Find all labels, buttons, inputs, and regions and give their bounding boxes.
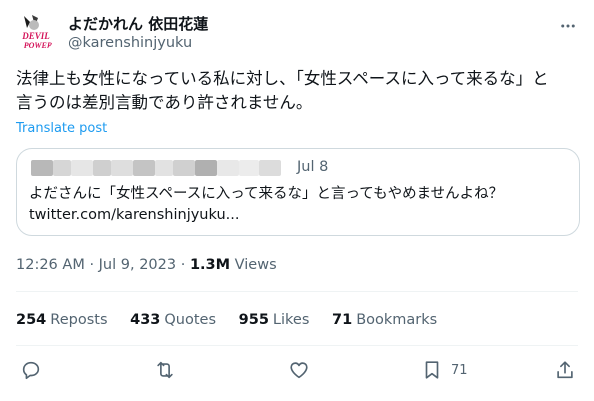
reply-button[interactable] bbox=[20, 358, 42, 382]
repost-button[interactable] bbox=[154, 358, 176, 382]
quotes-stat[interactable]: 433 Quotes bbox=[130, 312, 216, 328]
bookmarks-count: 71 bbox=[332, 312, 353, 328]
like-button[interactable] bbox=[288, 358, 310, 382]
tweet-text: 法律上も女性になっている私に対し、「女性スペースに入って来るな」と 言うのは差別… bbox=[16, 67, 582, 115]
more-icon bbox=[561, 24, 575, 28]
bookmark-count: 71 bbox=[451, 362, 468, 378]
likes-count: 955 bbox=[238, 312, 269, 328]
bookmarks-stat[interactable]: 71 Bookmarks bbox=[332, 312, 437, 328]
more-options-button[interactable] bbox=[558, 16, 578, 36]
reposts-stat[interactable]: 254 Reposts bbox=[16, 312, 108, 328]
engagement-stats: 254 Reposts 433 Quotes 955 Likes 71 Bookmark… bbox=[16, 312, 455, 328]
avatar-text-bottom: POWER bbox=[24, 41, 53, 50]
quoted-link[interactable]: twitter.com/karenshinjyuku... bbox=[29, 205, 569, 226]
meta-separator: · bbox=[89, 257, 95, 273]
user-handle[interactable]: @karenshinjyuku bbox=[68, 35, 192, 51]
action-bar: 71 bbox=[18, 358, 578, 382]
avatar-text-top: DEVIL bbox=[21, 31, 50, 41]
reply-icon bbox=[22, 361, 40, 380]
like-icon bbox=[290, 362, 308, 379]
tweet-meta: 12:26 AM · Jul 9, 2023 · 1.3M Views bbox=[16, 257, 277, 273]
tweet-text-line-1: 法律上も女性になっている私に対し、「女性スペースに入って来るな」と bbox=[16, 69, 549, 88]
share-button[interactable] bbox=[554, 358, 576, 382]
redacted-author bbox=[31, 160, 291, 176]
avatar[interactable]: DEVIL POWER bbox=[16, 12, 56, 52]
repost-icon bbox=[157, 361, 173, 379]
likes-stat[interactable]: 955 Likes bbox=[239, 312, 310, 328]
quotes-count: 433 bbox=[130, 312, 161, 328]
bookmark-button[interactable]: 71 bbox=[421, 358, 468, 382]
quoted-text-line-1: よださんに「女性スペースに入って来るな」と言ってもやめませんよね？ bbox=[29, 186, 504, 202]
quoted-tweet-date[interactable]: Jul 8 bbox=[297, 159, 328, 175]
bookmarks-label: Bookmarks bbox=[356, 312, 438, 328]
quotes-label: Quotes bbox=[164, 312, 217, 328]
share-icon bbox=[557, 361, 573, 379]
tweet-date[interactable]: Jul 9, 2023 bbox=[99, 257, 176, 273]
divider bbox=[16, 345, 578, 346]
views-count: 1.3M bbox=[189, 257, 231, 273]
views-label: Views bbox=[234, 257, 277, 273]
reposts-label: Reposts bbox=[50, 312, 108, 328]
translate-post-link[interactable]: Translate post bbox=[16, 121, 107, 136]
tweet-text-line-2: 言うのは差別言動であり許されません。 bbox=[16, 93, 313, 112]
quoted-tweet-card[interactable]: Jul 8 よださんに「女性スペースに入って来るな」と言ってもやめませんよね？ … bbox=[16, 148, 580, 236]
bookmark-icon bbox=[425, 361, 439, 379]
divider bbox=[16, 291, 578, 292]
avatar-logo: DEVIL POWER bbox=[16, 12, 56, 52]
meta-separator: · bbox=[180, 257, 186, 273]
likes-label: Likes bbox=[272, 312, 310, 328]
quoted-tweet-text: よださんに「女性スペースに入って来るな」と言ってもやめませんよね？ twitte… bbox=[29, 184, 569, 226]
reposts-count: 254 bbox=[16, 312, 47, 328]
tweet-time[interactable]: 12:26 AM bbox=[16, 257, 85, 273]
display-name[interactable]: よだかれん 依田花蓮 bbox=[68, 13, 208, 34]
